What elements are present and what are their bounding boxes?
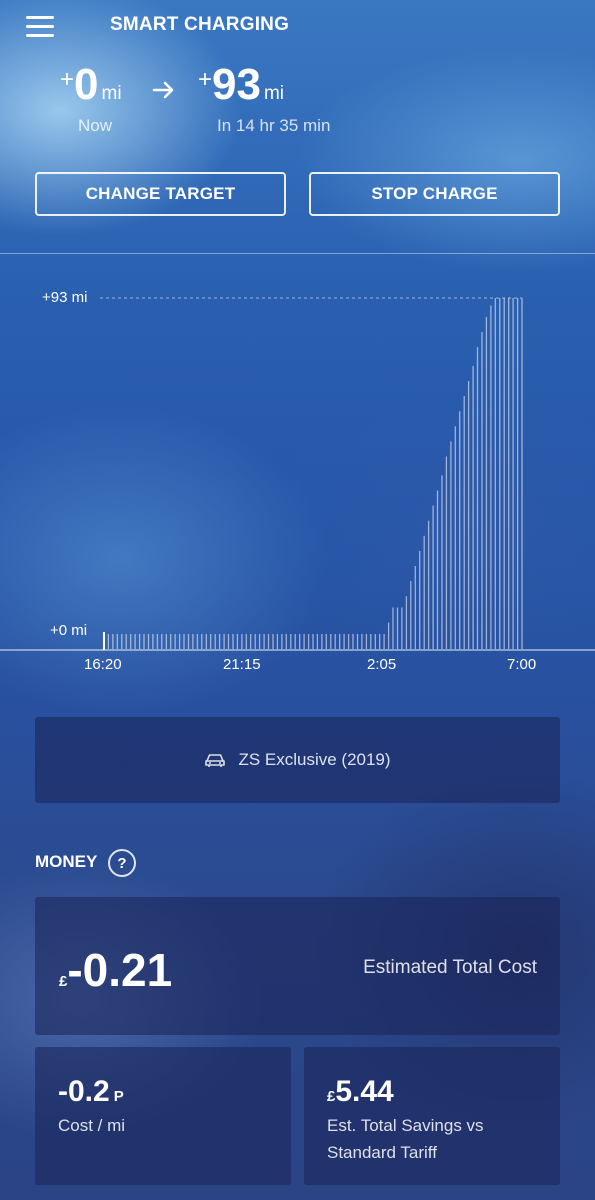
savings-amount: 5.44 xyxy=(335,1075,394,1108)
x-tick-label: 7:00 xyxy=(507,656,537,673)
total-cost-card: £-0.21 Estimated Total Cost xyxy=(35,897,560,1035)
savings-label-line2: Standard Tariff xyxy=(327,1143,437,1162)
cost-per-mile-label: Cost / mi xyxy=(58,1116,126,1135)
cost-per-mile-unit: P xyxy=(113,1088,124,1105)
savings-value: £5.44 xyxy=(327,1075,394,1109)
total-cost-amount: -0.21 xyxy=(67,944,173,996)
vehicle-name: ZS Exclusive (2019) xyxy=(238,750,391,769)
total-cost-label: Estimated Total Cost xyxy=(363,957,537,978)
vehicle-card[interactable]: ZS Exclusive (2019) xyxy=(35,717,560,803)
car-icon xyxy=(204,752,226,768)
x-tick-label: 16:20 xyxy=(84,656,122,673)
savings-label-line1: Est. Total Savings vs xyxy=(327,1116,484,1135)
charge-chart xyxy=(0,297,595,651)
help-icon[interactable]: ? xyxy=(108,849,136,877)
total-cost-value: £-0.21 xyxy=(59,943,172,997)
savings-card: £5.44 Est. Total Savings vs Standard Tar… xyxy=(304,1047,560,1185)
cost-per-mile-card: -0.2 P Cost / mi xyxy=(35,1047,291,1185)
x-tick-label: 21:15 xyxy=(223,656,261,673)
money-section-title: MONEY xyxy=(35,852,98,871)
x-tick-label: 2:05 xyxy=(367,656,397,673)
cost-per-mile-value: -0.2 P xyxy=(58,1075,124,1109)
cost-per-mile-amount: -0.2 xyxy=(58,1075,110,1108)
